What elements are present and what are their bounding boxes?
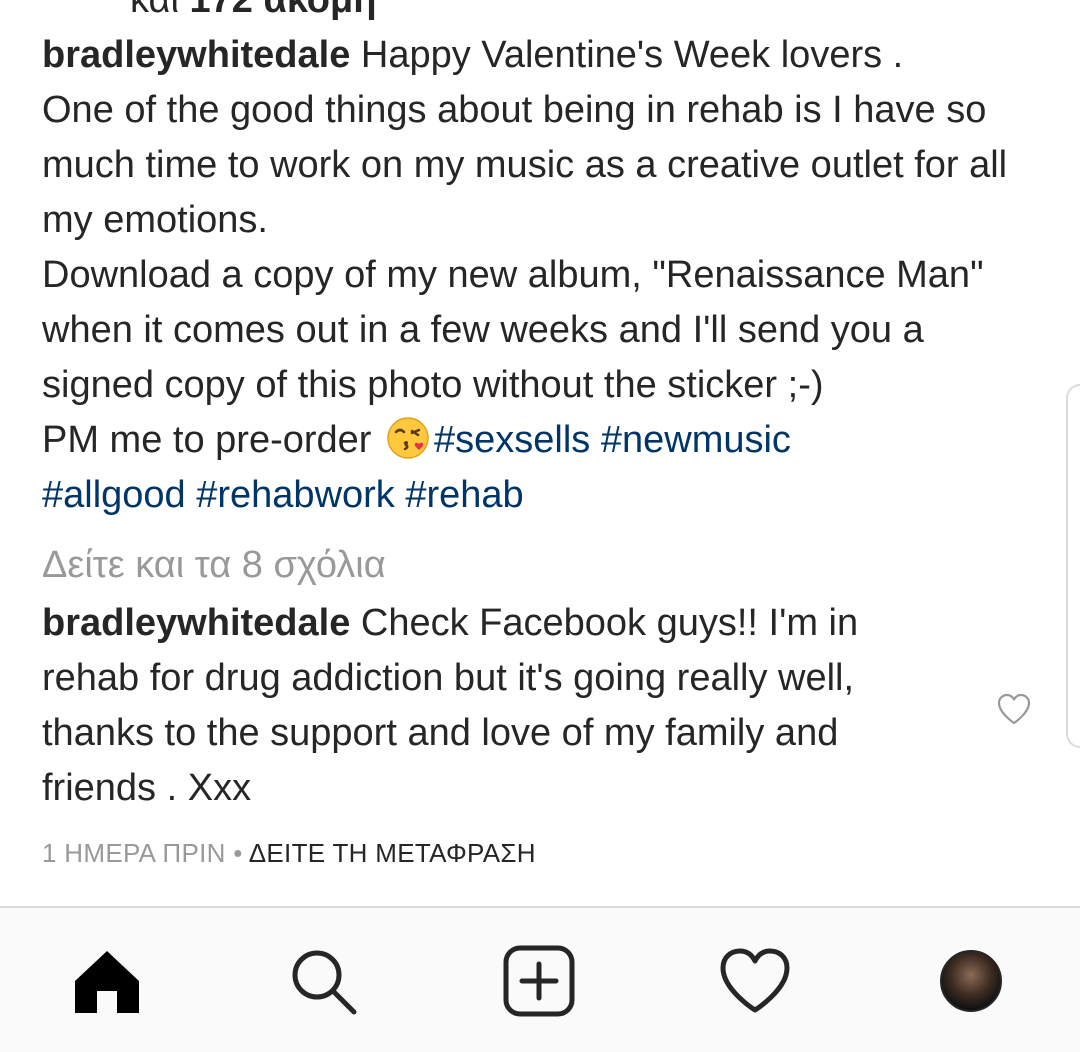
kissing-face-emoji-icon — [387, 417, 429, 459]
home-icon — [75, 951, 139, 1013]
caption-username[interactable]: bradleywhitedale — [42, 34, 350, 76]
caption-hashtags-line2[interactable]: #allgood #rehabwork #rehab — [42, 474, 524, 516]
see-translation-link[interactable]: ΔΕΙΤΕ ΤΗ ΜΕΤΑΦΡΑΣΗ — [249, 838, 536, 868]
post-meta: 1 ΗΜΕΡΑ ΠΡΙΝ • ΔΕΙΤΕ ΤΗ ΜΕΤΑΦΡΑΣΗ — [42, 836, 536, 870]
likes-summary[interactable]: και 172 ακόμη — [130, 0, 376, 22]
search-icon — [292, 950, 357, 1015]
plus-square-icon — [503, 945, 575, 1017]
caption-hashtags-line1[interactable]: #sexsells #newmusic — [434, 419, 791, 461]
comment-username[interactable]: bradleywhitedale — [42, 602, 350, 644]
view-all-comments-link[interactable]: Δείτε και τα 8 σχόλια — [42, 538, 386, 593]
meta-separator: • — [225, 838, 249, 868]
nav-profile-button[interactable] — [934, 944, 1008, 1018]
likes-count[interactable]: 172 ακόμη — [190, 0, 377, 21]
heart-outline-icon — [720, 948, 790, 1013]
caption-text: Happy Valentine's Week lovers . One of t… — [42, 34, 1008, 461]
side-panel-edge[interactable] — [1066, 384, 1080, 748]
comment-heart-icon[interactable] — [996, 692, 1032, 726]
nav-home-button[interactable] — [70, 944, 144, 1018]
avatar — [940, 950, 1002, 1012]
likes-prefix: και — [130, 0, 190, 21]
nav-activity-button[interactable] — [718, 944, 792, 1018]
post-timestamp: 1 ΗΜΕΡΑ ΠΡΙΝ — [42, 838, 226, 868]
bottom-navigation-bar — [0, 906, 1080, 1052]
nav-new-post-button[interactable] — [502, 944, 576, 1018]
post-caption: bradleywhitedale Happy Valentine's Week … — [42, 28, 1032, 523]
comment-item: bradleywhitedale Check Facebook guys!! I… — [42, 596, 962, 816]
nav-search-button[interactable] — [286, 944, 360, 1018]
instagram-post-screen: και 172 ακόμη bradleywhitedale Happy Val… — [0, 0, 1080, 1052]
